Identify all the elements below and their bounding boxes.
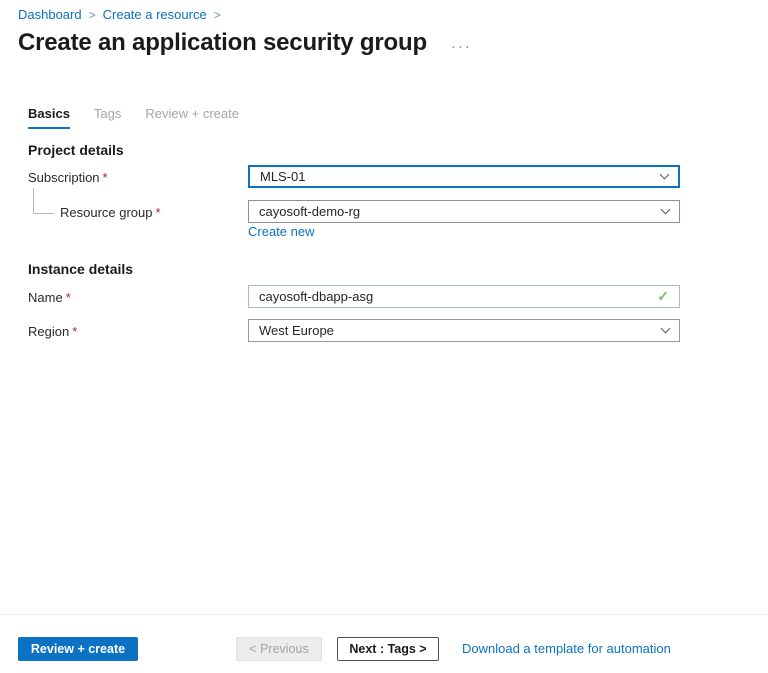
- wizard-tabs: Basics Tags Review + create: [28, 106, 239, 129]
- region-label-text: Region: [28, 324, 70, 339]
- subscription-dropdown-value: MLS-01: [260, 169, 306, 184]
- resource-group-connector-line: [33, 188, 54, 214]
- subscription-label: Subscription *: [28, 170, 108, 185]
- next-tags-button[interactable]: Next : Tags >: [337, 637, 439, 661]
- page-title: Create an application security group: [18, 29, 427, 56]
- chevron-down-icon: [659, 169, 670, 180]
- chevron-down-icon: [660, 323, 671, 334]
- project-details-heading: Project details: [28, 142, 124, 158]
- breadcrumb: Dashboard > Create a resource >: [18, 7, 221, 22]
- region-dropdown[interactable]: West Europe: [248, 319, 680, 342]
- breadcrumb-separator-icon: >: [88, 7, 96, 22]
- review-create-button[interactable]: Review + create: [18, 637, 138, 661]
- more-options-ellipsis-icon[interactable]: ···: [451, 34, 472, 54]
- required-marker: *: [155, 205, 161, 220]
- previous-button[interactable]: < Previous: [236, 637, 322, 661]
- resource-group-dropdown[interactable]: cayosoft-demo-rg: [248, 200, 680, 223]
- resource-group-label-text: Resource group: [60, 205, 153, 220]
- subscription-label-text: Subscription: [28, 170, 100, 185]
- download-template-link[interactable]: Download a template for automation: [462, 641, 671, 656]
- subscription-dropdown[interactable]: MLS-01: [248, 165, 680, 188]
- chevron-down-icon: [660, 204, 671, 215]
- resource-group-label: Resource group *: [60, 205, 161, 220]
- tab-review-create[interactable]: Review + create: [145, 106, 239, 129]
- name-label: Name *: [28, 290, 71, 305]
- create-asg-page: Dashboard > Create a resource > Create a…: [0, 0, 768, 673]
- required-marker: *: [102, 170, 108, 185]
- footer-divider: [0, 614, 768, 615]
- title-row: Create an application security group ···: [18, 29, 472, 57]
- name-label-text: Name: [28, 290, 63, 305]
- name-field: ✓: [248, 285, 680, 308]
- valid-checkmark-icon: ✓: [657, 288, 669, 304]
- name-input[interactable]: [259, 289, 658, 304]
- breadcrumb-separator-icon: >: [213, 7, 221, 22]
- tab-tags[interactable]: Tags: [94, 106, 121, 129]
- region-dropdown-value: West Europe: [259, 323, 334, 338]
- create-new-resource-group-link[interactable]: Create new: [248, 224, 314, 239]
- instance-details-heading: Instance details: [28, 261, 134, 277]
- tab-basics[interactable]: Basics: [28, 106, 70, 129]
- breadcrumb-link-create-a-resource[interactable]: Create a resource: [103, 7, 207, 22]
- resource-group-dropdown-value: cayosoft-demo-rg: [259, 204, 361, 219]
- required-marker: *: [65, 290, 71, 305]
- region-label: Region *: [28, 324, 77, 339]
- required-marker: *: [72, 324, 78, 339]
- breadcrumb-link-dashboard[interactable]: Dashboard: [18, 7, 82, 22]
